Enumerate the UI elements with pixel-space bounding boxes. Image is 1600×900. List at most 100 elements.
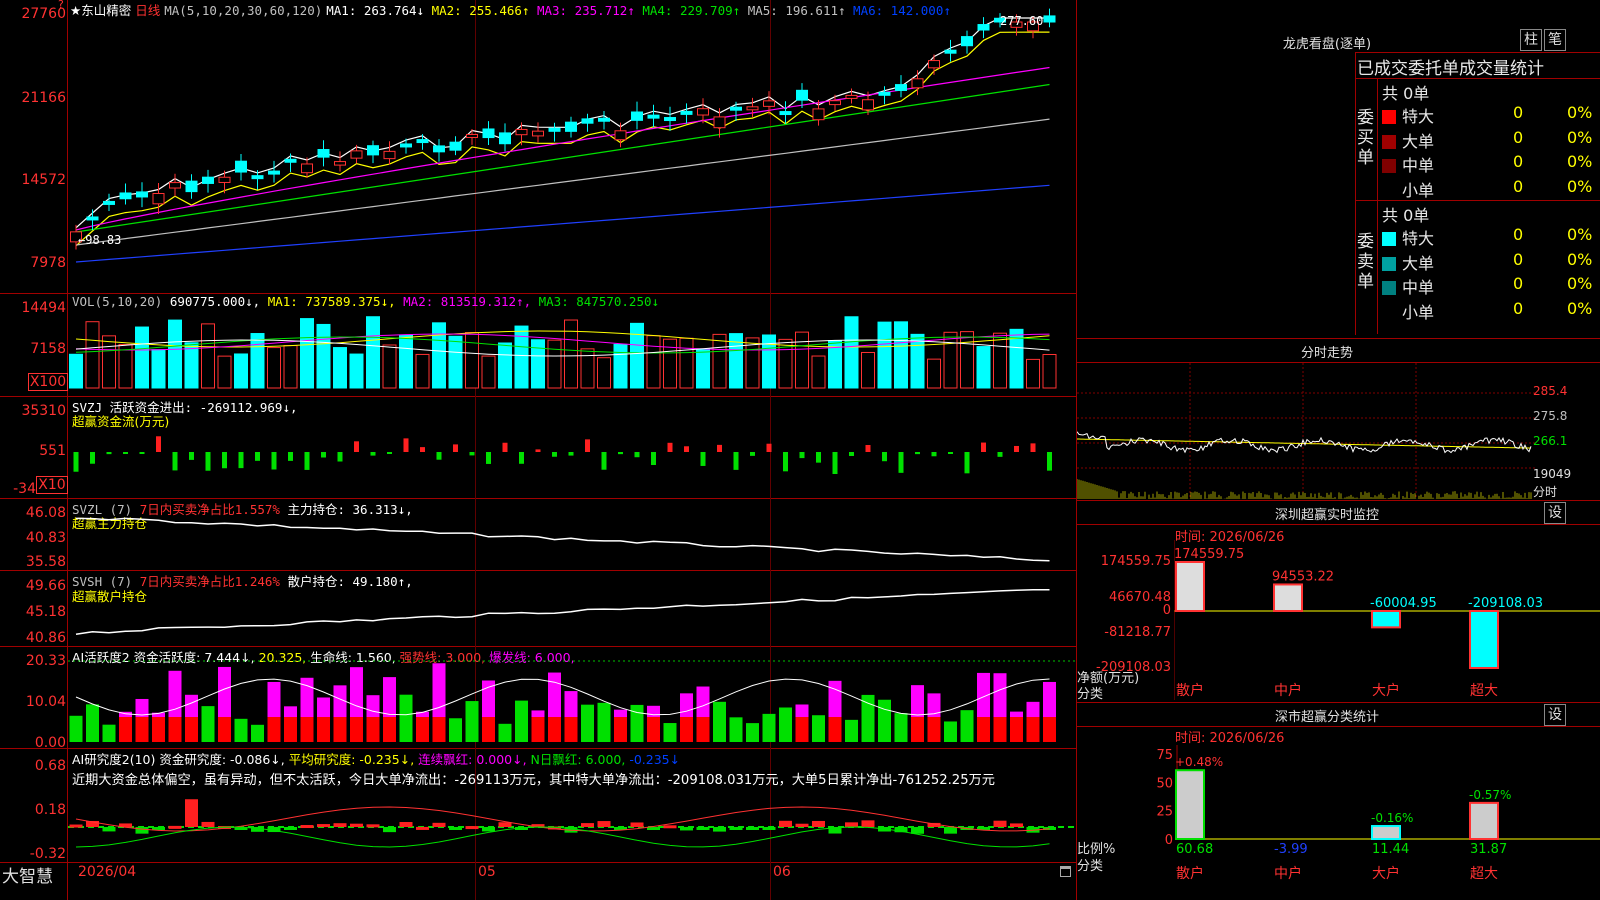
ma-line-3 — [75, 66, 1050, 231]
ai-activity-chart[interactable] — [68, 647, 1076, 748]
sz-cat-1: 中户 — [1274, 682, 1302, 699]
ai-research-chart[interactable] — [68, 749, 1076, 862]
sz-monitor-chart[interactable]: 174559.75 散户 94553.22 中户 -60004.95 大户 -209108.… — [1174, 540, 1600, 700]
sell-row-pct-2: 0% — [1567, 274, 1593, 293]
buy-row-count-3: 0 — [1513, 176, 1524, 196]
research-bar — [812, 820, 825, 827]
buy-row-color-swatch — [1382, 159, 1396, 173]
candle — [301, 163, 313, 174]
fundflow-bar — [370, 452, 376, 456]
research-bar — [366, 824, 380, 828]
fundflow-bar — [700, 452, 706, 466]
activity-bar-base — [416, 717, 429, 742]
activity-bar-top — [548, 672, 561, 717]
research-bar — [69, 824, 83, 828]
cat-top-label-2: -0.16% — [1371, 811, 1413, 825]
candle — [697, 108, 709, 116]
research-bar — [482, 827, 495, 832]
candle — [416, 139, 429, 144]
volume-bar — [976, 346, 991, 389]
volume-bar — [646, 335, 661, 389]
candle — [482, 128, 495, 139]
research-bar — [465, 826, 479, 830]
candle — [664, 117, 676, 122]
activity-bar — [812, 715, 825, 742]
activity-bar-base — [1026, 717, 1040, 742]
buy-row-label-2: 中单 — [1382, 152, 1434, 176]
svzl-chart[interactable] — [68, 499, 1076, 570]
activity-bar-base — [993, 717, 1007, 742]
candle — [961, 36, 973, 47]
activity-bar — [746, 723, 759, 742]
volume-bar — [564, 319, 578, 389]
cat-settings-button[interactable]: 设 — [1544, 704, 1566, 726]
volume-bar — [696, 348, 710, 389]
candle — [466, 133, 478, 138]
fundflow-bar — [387, 452, 392, 454]
activity-bar-base — [1010, 717, 1023, 742]
fundflow-bar — [403, 438, 409, 452]
volume-bar — [201, 323, 215, 389]
activity-bar — [597, 702, 611, 742]
cat-axis-1: 50 — [1156, 776, 1173, 791]
activity-bar-base — [564, 717, 578, 742]
volume-bar — [894, 321, 908, 389]
activity-bar — [713, 701, 726, 742]
cat-bottom-label-1: -3.99 — [1274, 842, 1308, 857]
activity-bar-top — [993, 673, 1007, 717]
stats-title: 已成交委托单成交量统计 — [1357, 59, 1544, 79]
xaxis-june: 06 — [773, 864, 791, 880]
vol-axis-unit: X100 — [28, 373, 68, 391]
volume-bar — [366, 316, 380, 389]
svsh-chart[interactable] — [68, 571, 1076, 646]
volume-bar — [118, 343, 133, 389]
volume-chart[interactable] — [68, 294, 1076, 396]
research-bar — [713, 827, 726, 832]
activity-bar — [944, 721, 957, 742]
activity-bar-top — [1010, 711, 1023, 717]
lock-icon[interactable] — [1060, 866, 1071, 877]
chart-area[interactable]: 27760 21166 14572 7978 ★东山精密 日线 MA(5,10,… — [0, 0, 1077, 900]
column-mode-button[interactable]: 柱 — [1520, 29, 1542, 51]
fundflow-bar — [568, 452, 574, 456]
candle — [251, 175, 264, 180]
candle — [136, 191, 148, 198]
cat-stats-chart[interactable]: 75 50 25 0 +0.48% 60.68 散户 -3.99 中户 -0.16% 11.44 大户… — [1137, 727, 1600, 900]
sz-settings-button[interactable]: 设 — [1544, 502, 1566, 524]
sz-bar-0 — [1175, 561, 1205, 612]
cat-bottom-label-2: 11.44 — [1372, 842, 1409, 857]
high-annotation: 277.60 — [1000, 14, 1044, 28]
buy-row-label-1: 大单 — [1382, 128, 1434, 152]
volume-bar — [993, 332, 1007, 389]
research-bar — [102, 827, 116, 832]
volume-bar — [877, 321, 892, 389]
candle — [185, 180, 198, 193]
activity-bar-base — [911, 717, 924, 742]
intraday-chart[interactable] — [1077, 363, 1535, 499]
activity-bar — [581, 704, 594, 742]
research-bar — [597, 821, 611, 827]
candle — [334, 161, 346, 166]
cat-top-label-3: -0.57% — [1469, 788, 1511, 802]
cat-name-2: 大户 — [1372, 865, 1400, 882]
volume-bar — [234, 353, 248, 389]
research-bar — [449, 827, 462, 830]
tick-mode-button[interactable]: 笔 — [1544, 29, 1566, 51]
price-chart[interactable] — [68, 0, 1076, 293]
activity-bar-base — [680, 717, 693, 742]
volume-bar — [382, 344, 397, 389]
volume-bar — [283, 345, 298, 389]
activity-bar-base — [795, 717, 809, 742]
activity-bar-top — [300, 677, 314, 717]
candle — [796, 89, 808, 101]
candle — [565, 121, 577, 132]
svzj-chart[interactable] — [68, 397, 1076, 498]
right-panel: 龙虎看盘(逐单) 柱 笔 已成交委托单成交量统计 委买单 委卖单 共 0单 共 … — [1077, 0, 1600, 900]
candle — [977, 24, 990, 31]
vol-axis-0: 14494 — [21, 300, 66, 316]
candle — [647, 114, 660, 119]
price-axis-0: 27760 — [21, 6, 66, 22]
research-bar — [284, 827, 297, 830]
fundflow-bar — [717, 444, 722, 452]
candle — [779, 111, 792, 116]
